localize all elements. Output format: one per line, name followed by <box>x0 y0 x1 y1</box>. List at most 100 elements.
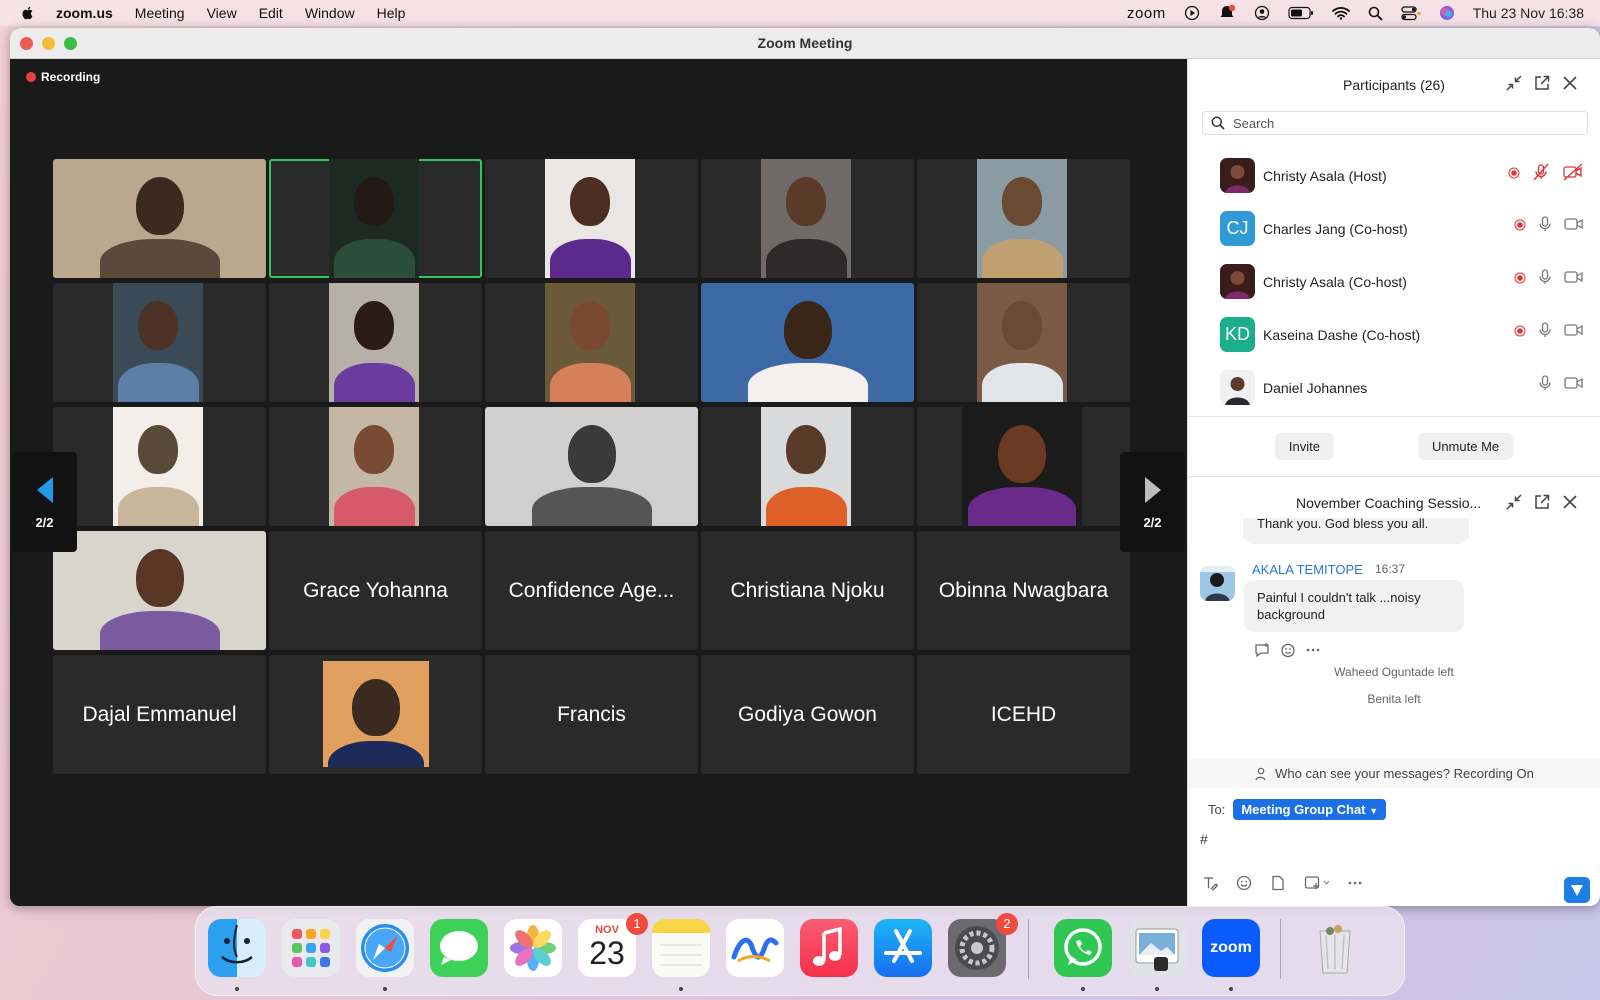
menu-app-name[interactable]: zoom.us <box>56 5 113 21</box>
recipient-dropdown[interactable]: Meeting Group Chat ▼ <box>1233 799 1387 820</box>
wifi-icon[interactable] <box>1331 6 1350 20</box>
control-center-icon[interactable] <box>1401 5 1421 21</box>
participant-tile[interactable]: Francis <box>485 655 698 774</box>
microphone-icon[interactable] <box>1538 322 1552 341</box>
participant-search-input[interactable]: Search <box>1202 111 1588 135</box>
previous-page-button[interactable]: 2/2 <box>12 452 77 552</box>
close-window-button[interactable] <box>20 37 33 50</box>
preview-icon[interactable] <box>1128 919 1186 977</box>
participant-video-tile[interactable] <box>269 159 482 278</box>
participant-video-tile[interactable] <box>269 655 482 774</box>
menu-meeting[interactable]: Meeting <box>135 5 185 21</box>
menu-edit[interactable]: Edit <box>259 5 283 21</box>
chat-input[interactable]: # <box>1200 831 1208 847</box>
format-text-icon[interactable] <box>1202 875 1218 891</box>
participant-video-tile[interactable] <box>485 283 698 402</box>
unmute-me-button[interactable]: Unmute Me <box>1417 433 1514 460</box>
sender-avatar[interactable] <box>1200 566 1235 601</box>
participant-tile[interactable]: Christiana Njoku <box>701 531 914 650</box>
pop-out-icon[interactable] <box>1534 75 1550 91</box>
participant-tile[interactable]: Confidence Age... <box>485 531 698 650</box>
more-options-icon[interactable] <box>1348 881 1362 885</box>
menu-window[interactable]: Window <box>305 5 355 21</box>
participant-tile[interactable]: Grace Yohanna <box>269 531 482 650</box>
spotlight-search-icon[interactable] <box>1368 6 1383 21</box>
send-button[interactable] <box>1564 877 1590 903</box>
message-sender[interactable]: AKALA TEMITOPE <box>1252 562 1363 577</box>
mic-muted-icon[interactable] <box>1532 163 1550 184</box>
participant-video-tile[interactable] <box>701 283 914 402</box>
menu-view[interactable]: View <box>207 5 237 21</box>
participant-tile[interactable]: Dajal Emmanuel <box>53 655 266 774</box>
launchpad-icon[interactable] <box>282 919 340 977</box>
participant-row[interactable]: Christy Asala (Host) <box>1188 149 1600 202</box>
participant-tile[interactable]: ICEHD <box>917 655 1130 774</box>
safari-icon[interactable] <box>356 919 414 977</box>
emoji-reaction-icon[interactable] <box>1280 642 1296 658</box>
user-circle-icon[interactable] <box>1254 5 1270 21</box>
invite-button[interactable]: Invite <box>1274 433 1334 460</box>
clock[interactable]: Thu 23 Nov 16:38 <box>1473 5 1584 21</box>
siri-icon[interactable] <box>1439 5 1455 21</box>
file-icon[interactable] <box>1270 875 1286 891</box>
emoji-icon[interactable] <box>1236 875 1252 891</box>
participant-video-tile[interactable] <box>53 531 266 650</box>
participant-video-tile[interactable] <box>701 407 914 526</box>
microphone-icon[interactable] <box>1538 216 1552 235</box>
bell-icon[interactable] <box>1218 4 1236 22</box>
whatsapp-icon[interactable] <box>1054 919 1112 977</box>
photos-icon[interactable] <box>504 919 562 977</box>
apple-icon[interactable] <box>20 5 36 21</box>
trash-icon[interactable] <box>1306 919 1364 977</box>
reply-icon[interactable] <box>1254 642 1270 658</box>
participant-row[interactable]: CJ Charles Jang (Co-host) <box>1188 202 1600 255</box>
participant-video-tile[interactable] <box>269 407 482 526</box>
minimize-window-button[interactable] <box>42 37 55 50</box>
participant-video-tile[interactable] <box>917 283 1130 402</box>
play-icon[interactable] <box>1184 5 1200 21</box>
participant-video-tile[interactable] <box>701 159 914 278</box>
participant-video-tile[interactable] <box>269 283 482 402</box>
zoom-window-button[interactable] <box>64 37 77 50</box>
microphone-icon[interactable] <box>1538 375 1552 394</box>
video-off-icon[interactable] <box>1562 163 1584 184</box>
screenshot-icon[interactable] <box>1304 875 1330 891</box>
video-camera-icon[interactable] <box>1564 323 1584 340</box>
finder-icon[interactable] <box>208 919 266 977</box>
participant-tile[interactable]: Godiya Gowon <box>701 655 914 774</box>
participant-video-tile[interactable] <box>53 159 266 278</box>
participant-row[interactable]: KD Kaseina Dashe (Co-host) <box>1188 308 1600 361</box>
freeform-icon[interactable] <box>726 919 784 977</box>
participant-tile[interactable]: Obinna Nwagbara <box>917 531 1130 650</box>
participant-row[interactable]: Daniel Johannes <box>1188 361 1600 414</box>
participant-video-tile[interactable] <box>485 159 698 278</box>
participant-row[interactable]: Christy Asala (Co-host) <box>1188 255 1600 308</box>
messages-icon[interactable] <box>430 919 488 977</box>
menu-help[interactable]: Help <box>377 5 406 21</box>
zoom-app-icon[interactable]: zoom <box>1202 919 1260 977</box>
close-icon[interactable] <box>1562 75 1578 91</box>
participant-video-tile[interactable] <box>53 407 266 526</box>
more-icon[interactable] <box>1306 648 1320 652</box>
next-page-button[interactable]: 2/2 <box>1120 452 1185 552</box>
collapse-icon[interactable] <box>1506 75 1522 91</box>
video-camera-icon[interactable] <box>1564 217 1584 234</box>
battery-icon[interactable] <box>1288 6 1314 20</box>
chat-close-icon[interactable] <box>1562 494 1578 510</box>
participant-video-tile[interactable] <box>53 283 266 402</box>
app-store-icon[interactable] <box>874 919 932 977</box>
notes-icon[interactable] <box>652 919 710 977</box>
video-camera-icon[interactable] <box>1564 376 1584 393</box>
chat-pop-out-icon[interactable] <box>1534 494 1550 510</box>
chat-collapse-icon[interactable] <box>1506 494 1522 510</box>
participant-video-tile[interactable] <box>917 407 1130 526</box>
microphone-icon[interactable] <box>1538 269 1552 288</box>
participant-video-tile[interactable] <box>917 159 1130 278</box>
participant-video-tile[interactable] <box>485 407 698 526</box>
zoom-status-item[interactable]: zoom <box>1127 5 1166 22</box>
music-icon[interactable] <box>800 919 858 977</box>
recording-indicator[interactable]: Recording <box>26 70 100 84</box>
send-icon <box>1571 885 1583 896</box>
video-camera-icon[interactable] <box>1564 270 1584 287</box>
privacy-note[interactable]: Who can see your messages? Recording On <box>1188 759 1600 788</box>
